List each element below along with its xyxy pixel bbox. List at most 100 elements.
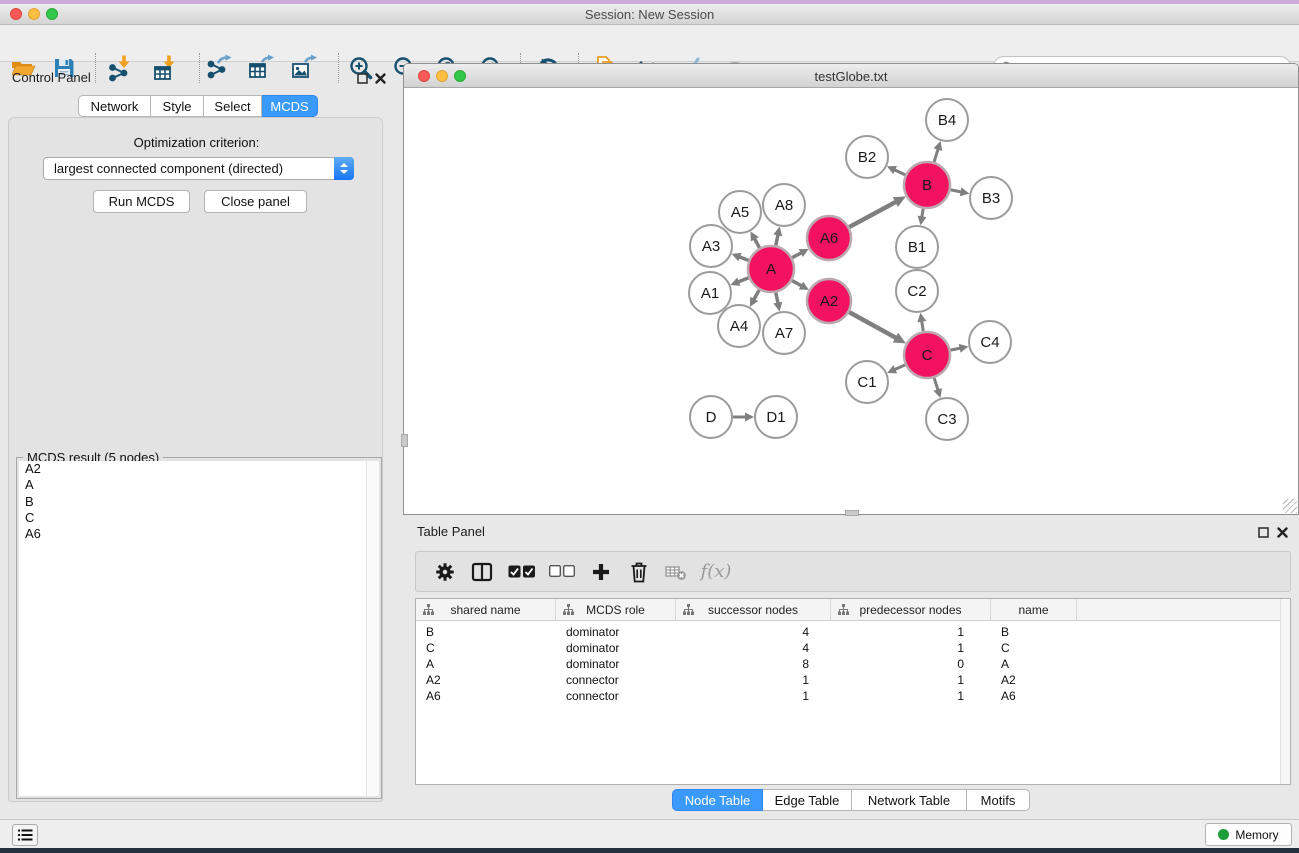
tab-network-table[interactable]: Network Table (852, 789, 967, 811)
column-header-name[interactable]: name (991, 599, 1077, 620)
tab-mcds[interactable]: MCDS (262, 95, 318, 117)
table-cell[interactable]: A6 (416, 689, 556, 703)
node-label-A4: A4 (730, 318, 748, 335)
node-label-A5: A5 (731, 204, 749, 221)
node-table[interactable]: shared nameMCDS rolesuccessor nodesprede… (415, 598, 1291, 785)
delete-table-icon[interactable] (658, 557, 694, 587)
edge-C-C3[interactable] (934, 378, 938, 391)
node-label-C4: C4 (980, 334, 999, 351)
list-scrollbar-track[interactable] (366, 461, 379, 796)
node-label-B1: B1 (908, 239, 926, 256)
toolbar-separator (338, 53, 339, 83)
table-cell[interactable]: 1 (831, 625, 991, 639)
table-cell[interactable]: A2 (991, 673, 1077, 687)
edge-B-B4[interactable] (934, 148, 938, 162)
table-cell[interactable]: A (991, 657, 1077, 671)
mcds-result-list[interactable]: A2ABCA6 (19, 461, 379, 796)
edge-arrowhead (934, 141, 943, 151)
edge-A6-B[interactable] (849, 201, 897, 227)
table-cell[interactable]: A6 (991, 689, 1077, 703)
table-row[interactable]: Cdominator41C (416, 640, 1290, 656)
table-cell[interactable]: 1 (676, 689, 831, 703)
mcds-result-item[interactable]: C (19, 510, 379, 526)
table-cell[interactable]: A (416, 657, 556, 671)
resize-grip[interactable] (1283, 499, 1297, 513)
toolbar-separator (199, 53, 200, 83)
tab-network[interactable]: Network (78, 95, 151, 117)
table-cell[interactable]: C (416, 641, 556, 655)
float-table-panel-icon[interactable] (1256, 525, 1270, 539)
table-cell[interactable]: 1 (676, 673, 831, 687)
criterion-select[interactable]: largest connected component (directed) (43, 157, 354, 180)
table-cell[interactable]: dominator (556, 625, 676, 639)
export-image-icon[interactable] (289, 54, 319, 82)
table-row[interactable]: A2connector11A2 (416, 672, 1290, 688)
table-cell[interactable]: B (991, 625, 1077, 639)
table-cell[interactable]: C (991, 641, 1077, 655)
deselect-all-checkboxes-icon[interactable] (542, 557, 582, 587)
tab-style[interactable]: Style (151, 95, 204, 117)
table-cell[interactable]: 8 (676, 657, 831, 671)
table-cell[interactable]: 0 (831, 657, 991, 671)
table-cell[interactable]: 4 (676, 625, 831, 639)
table-cell[interactable]: 1 (831, 689, 991, 703)
memory-button[interactable]: Memory (1205, 823, 1292, 846)
close-table-panel-icon[interactable] (1275, 525, 1289, 539)
settings-gear-icon[interactable] (428, 557, 462, 587)
column-header-mcds-role[interactable]: MCDS role (556, 599, 676, 620)
function-builder-icon[interactable]: f(x) (694, 557, 738, 587)
edge-A2-C[interactable] (849, 312, 897, 338)
criterion-value: largest connected component (directed) (44, 161, 334, 176)
table-scrollbar-track[interactable] (1280, 599, 1290, 784)
export-table-icon[interactable] (246, 54, 276, 82)
tab-motifs[interactable]: Motifs (967, 789, 1030, 811)
table-body: Bdominator41BCdominator41CAdominator80AA… (416, 624, 1290, 704)
table-cell[interactable]: B (416, 625, 556, 639)
column-header-shared-name[interactable]: shared name (416, 599, 556, 620)
horizontal-scrollbar-thumb[interactable] (845, 510, 859, 516)
network-canvas[interactable]: AA1A2A3A4A5A6A7A8BB1B2B3B4CC1C2C3C4DD1 (404, 88, 1298, 514)
add-column-icon[interactable] (582, 557, 620, 587)
table-cell[interactable]: connector (556, 673, 676, 687)
close-panel-icon[interactable] (373, 71, 387, 85)
tab-select[interactable]: Select (204, 95, 262, 117)
table-row[interactable]: Adominator80A (416, 656, 1290, 672)
delete-column-icon[interactable] (620, 557, 658, 587)
float-panel-icon[interactable] (355, 71, 369, 85)
network-view-window: testGlobe.txt AA1A2A3A4A5A6A7A8BB1B2B3B4… (403, 63, 1299, 515)
mcds-result-item[interactable]: A (19, 477, 379, 493)
node-label-C: C (922, 347, 933, 364)
run-mcds-button[interactable]: Run MCDS (93, 190, 190, 213)
export-network-icon[interactable] (204, 54, 234, 82)
show-column-icon[interactable] (462, 557, 502, 587)
select-all-checkboxes-icon[interactable] (502, 557, 542, 587)
mcds-result-item[interactable]: B (19, 494, 379, 510)
select-stepper-icon (334, 157, 354, 180)
mcds-result-item[interactable]: A2 (19, 461, 379, 477)
import-network-icon[interactable] (106, 54, 136, 82)
vertical-scrollbar-thumb[interactable] (401, 434, 408, 447)
node-label-B3: B3 (982, 190, 1000, 207)
import-table-icon[interactable] (151, 54, 181, 82)
mcds-result-item[interactable]: A6 (19, 526, 379, 542)
table-cell[interactable]: A2 (416, 673, 556, 687)
table-cell[interactable]: 1 (831, 673, 991, 687)
edge-arrowhead (917, 216, 926, 226)
tab-node-table[interactable]: Node Table (672, 789, 763, 811)
network-window-titlebar[interactable]: testGlobe.txt (404, 64, 1298, 88)
table-row[interactable]: A6connector11A6 (416, 688, 1290, 704)
node-label-C3: C3 (937, 411, 956, 428)
table-row[interactable]: Bdominator41B (416, 624, 1290, 640)
column-header-predecessor-nodes[interactable]: predecessor nodes (831, 599, 991, 620)
tab-edge-table[interactable]: Edge Table (763, 789, 852, 811)
close-panel-button[interactable]: Close panel (204, 190, 307, 213)
column-header-successor-nodes[interactable]: successor nodes (676, 599, 831, 620)
table-cell[interactable]: 4 (676, 641, 831, 655)
table-cell[interactable]: 1 (831, 641, 991, 655)
task-history-button[interactable] (12, 824, 38, 846)
node-label-A8: A8 (775, 197, 793, 214)
table-cell[interactable]: dominator (556, 641, 676, 655)
node-label-B: B (922, 177, 932, 194)
table-cell[interactable]: connector (556, 689, 676, 703)
table-cell[interactable]: dominator (556, 657, 676, 671)
